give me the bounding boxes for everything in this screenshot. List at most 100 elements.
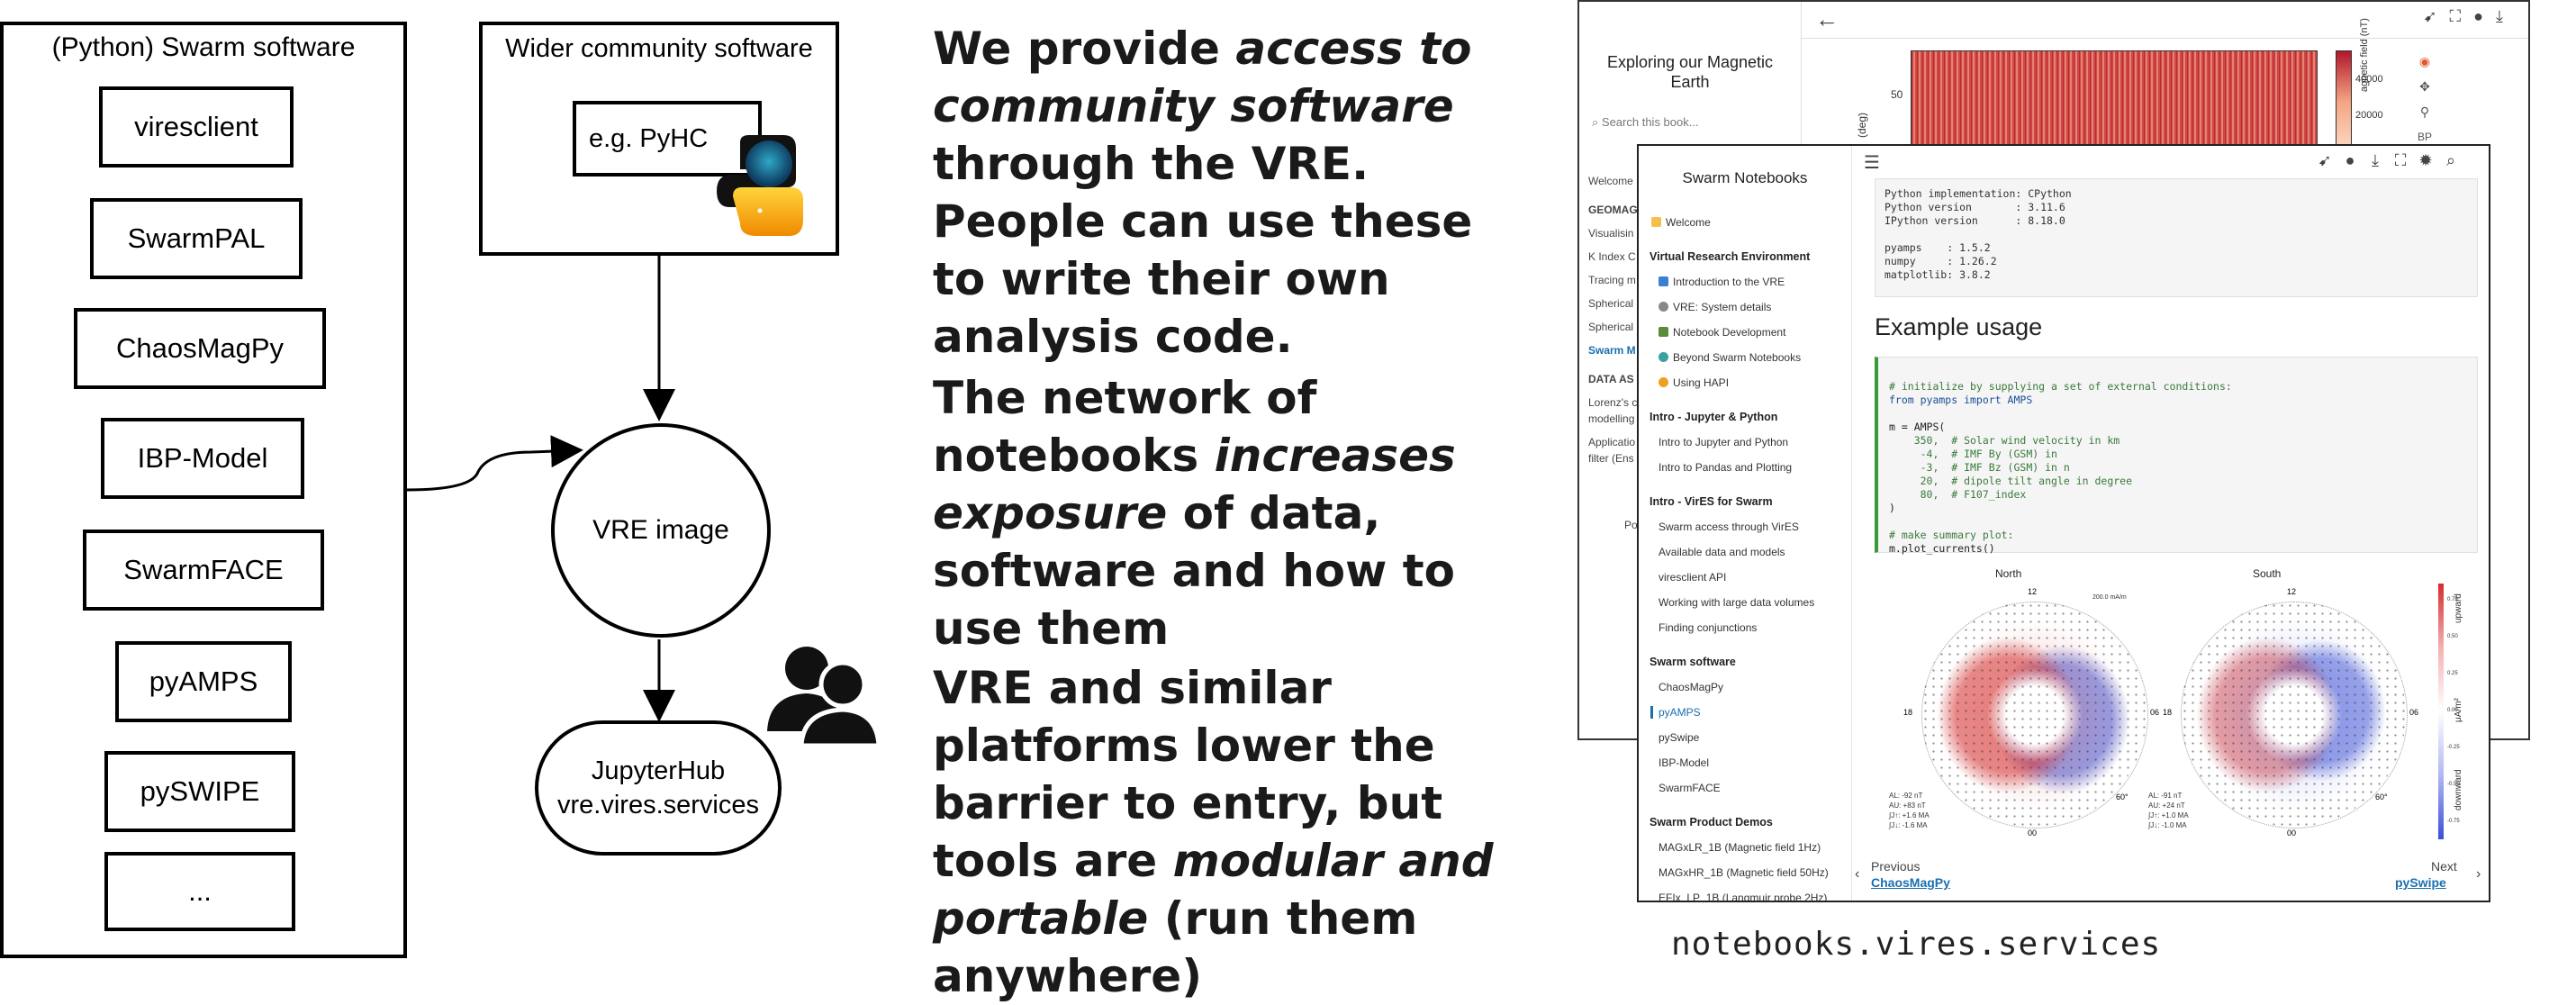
south-lat-label: 60°: [2375, 792, 2388, 801]
back-nav-item[interactable]: Tracing m: [1588, 268, 1638, 292]
sidebar-item-active[interactable]: pyAMPS: [1650, 706, 1851, 719]
prev-label: Previous: [1871, 859, 1921, 874]
south-pole-top: 12: [2287, 587, 2297, 596]
sidebar-item[interactable]: Intro to Jupyter and Python: [1659, 436, 1851, 448]
sidebar-item[interactable]: Beyond Swarm Notebooks: [1659, 351, 1851, 364]
back-colorbar-tick: 20000: [2355, 110, 2383, 121]
sidebar-section: Swarm Product Demos: [1650, 816, 1773, 828]
welcome-icon: [1651, 217, 1661, 227]
fullscreen-icon[interactable]: ⛶: [2450, 7, 2474, 25]
back-plot-tools: ◉ ✥ ⚲ BP: [2411, 49, 2438, 149]
sidebar-item[interactable]: MAGxLR_1B (Magnetic field 1Hz): [1659, 841, 1851, 854]
north-pole-bottom: 00: [2028, 828, 2038, 838]
back-toolbar: ➹⛶●⤓: [2423, 7, 2516, 26]
north-title: North: [1995, 567, 2022, 580]
users-icon: [764, 645, 881, 748]
search-icon: ⌕: [1592, 115, 1599, 129]
github-icon[interactable]: ●: [2473, 7, 2496, 25]
download-icon[interactable]: ⤓: [2366, 151, 2384, 169]
sidebar-item[interactable]: viresclient API: [1659, 571, 1851, 584]
github-icon[interactable]: ●: [2341, 151, 2359, 169]
south-stats: AL: -91 nT AU: +24 nT ∫J↑: +1.0 MA ∫J↓: -1.…: [2148, 792, 2189, 829]
sidebar-item[interactable]: ChaosMagPy: [1659, 681, 1851, 693]
vre-image-node: VRE image: [551, 423, 771, 638]
sidebar-item[interactable]: Notebook Development: [1659, 326, 1851, 339]
menu-icon[interactable]: ☰: [1864, 151, 1880, 174]
back-nav-welcome[interactable]: Welcome: [1588, 169, 1638, 193]
back-book-title: Exploring our Magnetic Earth: [1606, 53, 1774, 91]
back-nav-item[interactable]: Visualisin: [1588, 222, 1638, 245]
gear-icon: [1659, 302, 1668, 312]
paragraph-barrier: VRE and similar platforms lower the barr…: [933, 662, 1494, 1002]
rocket-icon[interactable]: ➹: [2316, 151, 2334, 169]
notebooks-url-caption: notebooks.vires.services: [1671, 926, 2162, 963]
colorbar-units-label: μA/m²: [2454, 698, 2463, 722]
back-nav-item[interactable]: Spherical: [1588, 315, 1638, 339]
sidebar-item[interactable]: Introduction to the VRE: [1659, 276, 1851, 288]
south-pole-left: 18: [2163, 708, 2173, 717]
back-nav-item[interactable]: filter (Ens: [1588, 447, 1638, 470]
notebook-icon: [1659, 327, 1668, 337]
sidebar-section: Swarm software: [1650, 656, 1736, 668]
sidebar-item[interactable]: Using HAPI: [1659, 376, 1851, 389]
download-icon[interactable]: ⤓: [2496, 7, 2516, 25]
next-chevron-icon[interactable]: ›: [2476, 866, 2481, 883]
south-polar-plot: 12 18 06 00 60°: [2163, 587, 2418, 838]
sidebar-item[interactable]: EFIx_LP_1B (Langmuir probe 2Hz): [1659, 892, 1851, 901]
north-pole-left: 18: [1903, 708, 1913, 717]
colorbar-downward-label: downward: [2454, 769, 2463, 810]
sidebar-item[interactable]: pySwipe: [1659, 731, 1851, 744]
sidebar-item[interactable]: IBP-Model: [1659, 756, 1851, 769]
jupyterhub-label: JupyterHub: [591, 756, 726, 785]
fullscreen-icon[interactable]: ⛶: [2391, 151, 2409, 169]
sidebar-item[interactable]: SwarmFACE: [1659, 782, 1851, 794]
sidebar-item[interactable]: Swarm access through VirES: [1659, 521, 1851, 533]
back-nav-item[interactable]: modelling: [1588, 407, 1638, 430]
color-wheel-icon[interactable]: ◉: [2411, 49, 2438, 74]
sidebar-item[interactable]: Working with large data volumes: [1659, 596, 1851, 609]
globe-icon: [1659, 352, 1668, 362]
sidebar-section: Intro - VirES for Swarm: [1650, 495, 1773, 508]
sidebar-item-welcome[interactable]: Welcome: [1651, 216, 1851, 229]
current-colorbar: [2438, 584, 2444, 839]
info-icon: [1659, 276, 1668, 286]
sidebar-item[interactable]: Finding conjunctions: [1659, 621, 1851, 634]
sidebar-item[interactable]: MAGxHR_1B (Magnetic field 50Hz): [1659, 866, 1851, 879]
south-pole-bottom: 00: [2287, 828, 2297, 838]
back-colorbar-label: agnetic field (nT): [2359, 18, 2370, 92]
code-output-top: Python implementation: CPython Python ver…: [1875, 178, 2478, 297]
rocket-icon[interactable]: ➹: [2423, 7, 2449, 25]
next-link[interactable]: pySwipe: [2395, 875, 2446, 890]
search-icon[interactable]: ⌕: [2442, 151, 2460, 169]
back-nav-item[interactable]: K Index C: [1588, 245, 1638, 268]
vre-image-label: VRE image: [592, 515, 729, 545]
sidebar-section: Intro - Jupyter & Python: [1650, 411, 1778, 423]
back-arrow-icon[interactable]: ←: [1815, 5, 1839, 33]
north-polar-plot: 12 18 06 00 60°: [1903, 587, 2160, 838]
prev-chevron-icon[interactable]: ‹: [1855, 866, 1859, 883]
back-nav-item-active[interactable]: Swarm M: [1588, 339, 1638, 362]
jupyterhub-node: JupyterHub vre.vires.services: [535, 720, 782, 856]
back-nav-item[interactable]: Spherical: [1588, 292, 1638, 315]
colorbar-upward-label: upward: [2454, 593, 2463, 623]
north-lat-label: 60°: [2116, 792, 2129, 801]
back-search[interactable]: ⌕ Search this book...: [1592, 115, 1790, 130]
sidebar-item[interactable]: Intro to Pandas and Plotting: [1659, 461, 1851, 474]
north-pole-right: 06: [2150, 708, 2160, 717]
zoom-icon[interactable]: ⚲: [2411, 99, 2438, 124]
move-icon[interactable]: ✥: [2411, 74, 2438, 99]
sidebar-item[interactable]: Available data and models: [1659, 546, 1851, 558]
front-sidebar-title: Swarm Notebooks: [1682, 169, 1808, 186]
sidebar-item[interactable]: VRE: System details: [1659, 301, 1851, 313]
next-label: Next: [2431, 859, 2457, 874]
back-nav-section: DATA AS: [1588, 373, 1634, 385]
back-heatmap: [1911, 50, 2318, 153]
back-nav-section: GEOMAG: [1588, 204, 1638, 216]
theme-icon[interactable]: ✹: [2417, 151, 2435, 169]
front-sidebar: Swarm Notebooks Welcome Virtual Research…: [1639, 146, 1852, 901]
back-y-axis-label: (deg): [1856, 112, 1869, 139]
back-y-tick: 50: [1891, 88, 1903, 101]
paragraph-access: We provide access to community software …: [933, 23, 1473, 363]
south-title: South: [2253, 567, 2282, 580]
prev-link[interactable]: ChaosMagPy: [1871, 875, 1950, 890]
